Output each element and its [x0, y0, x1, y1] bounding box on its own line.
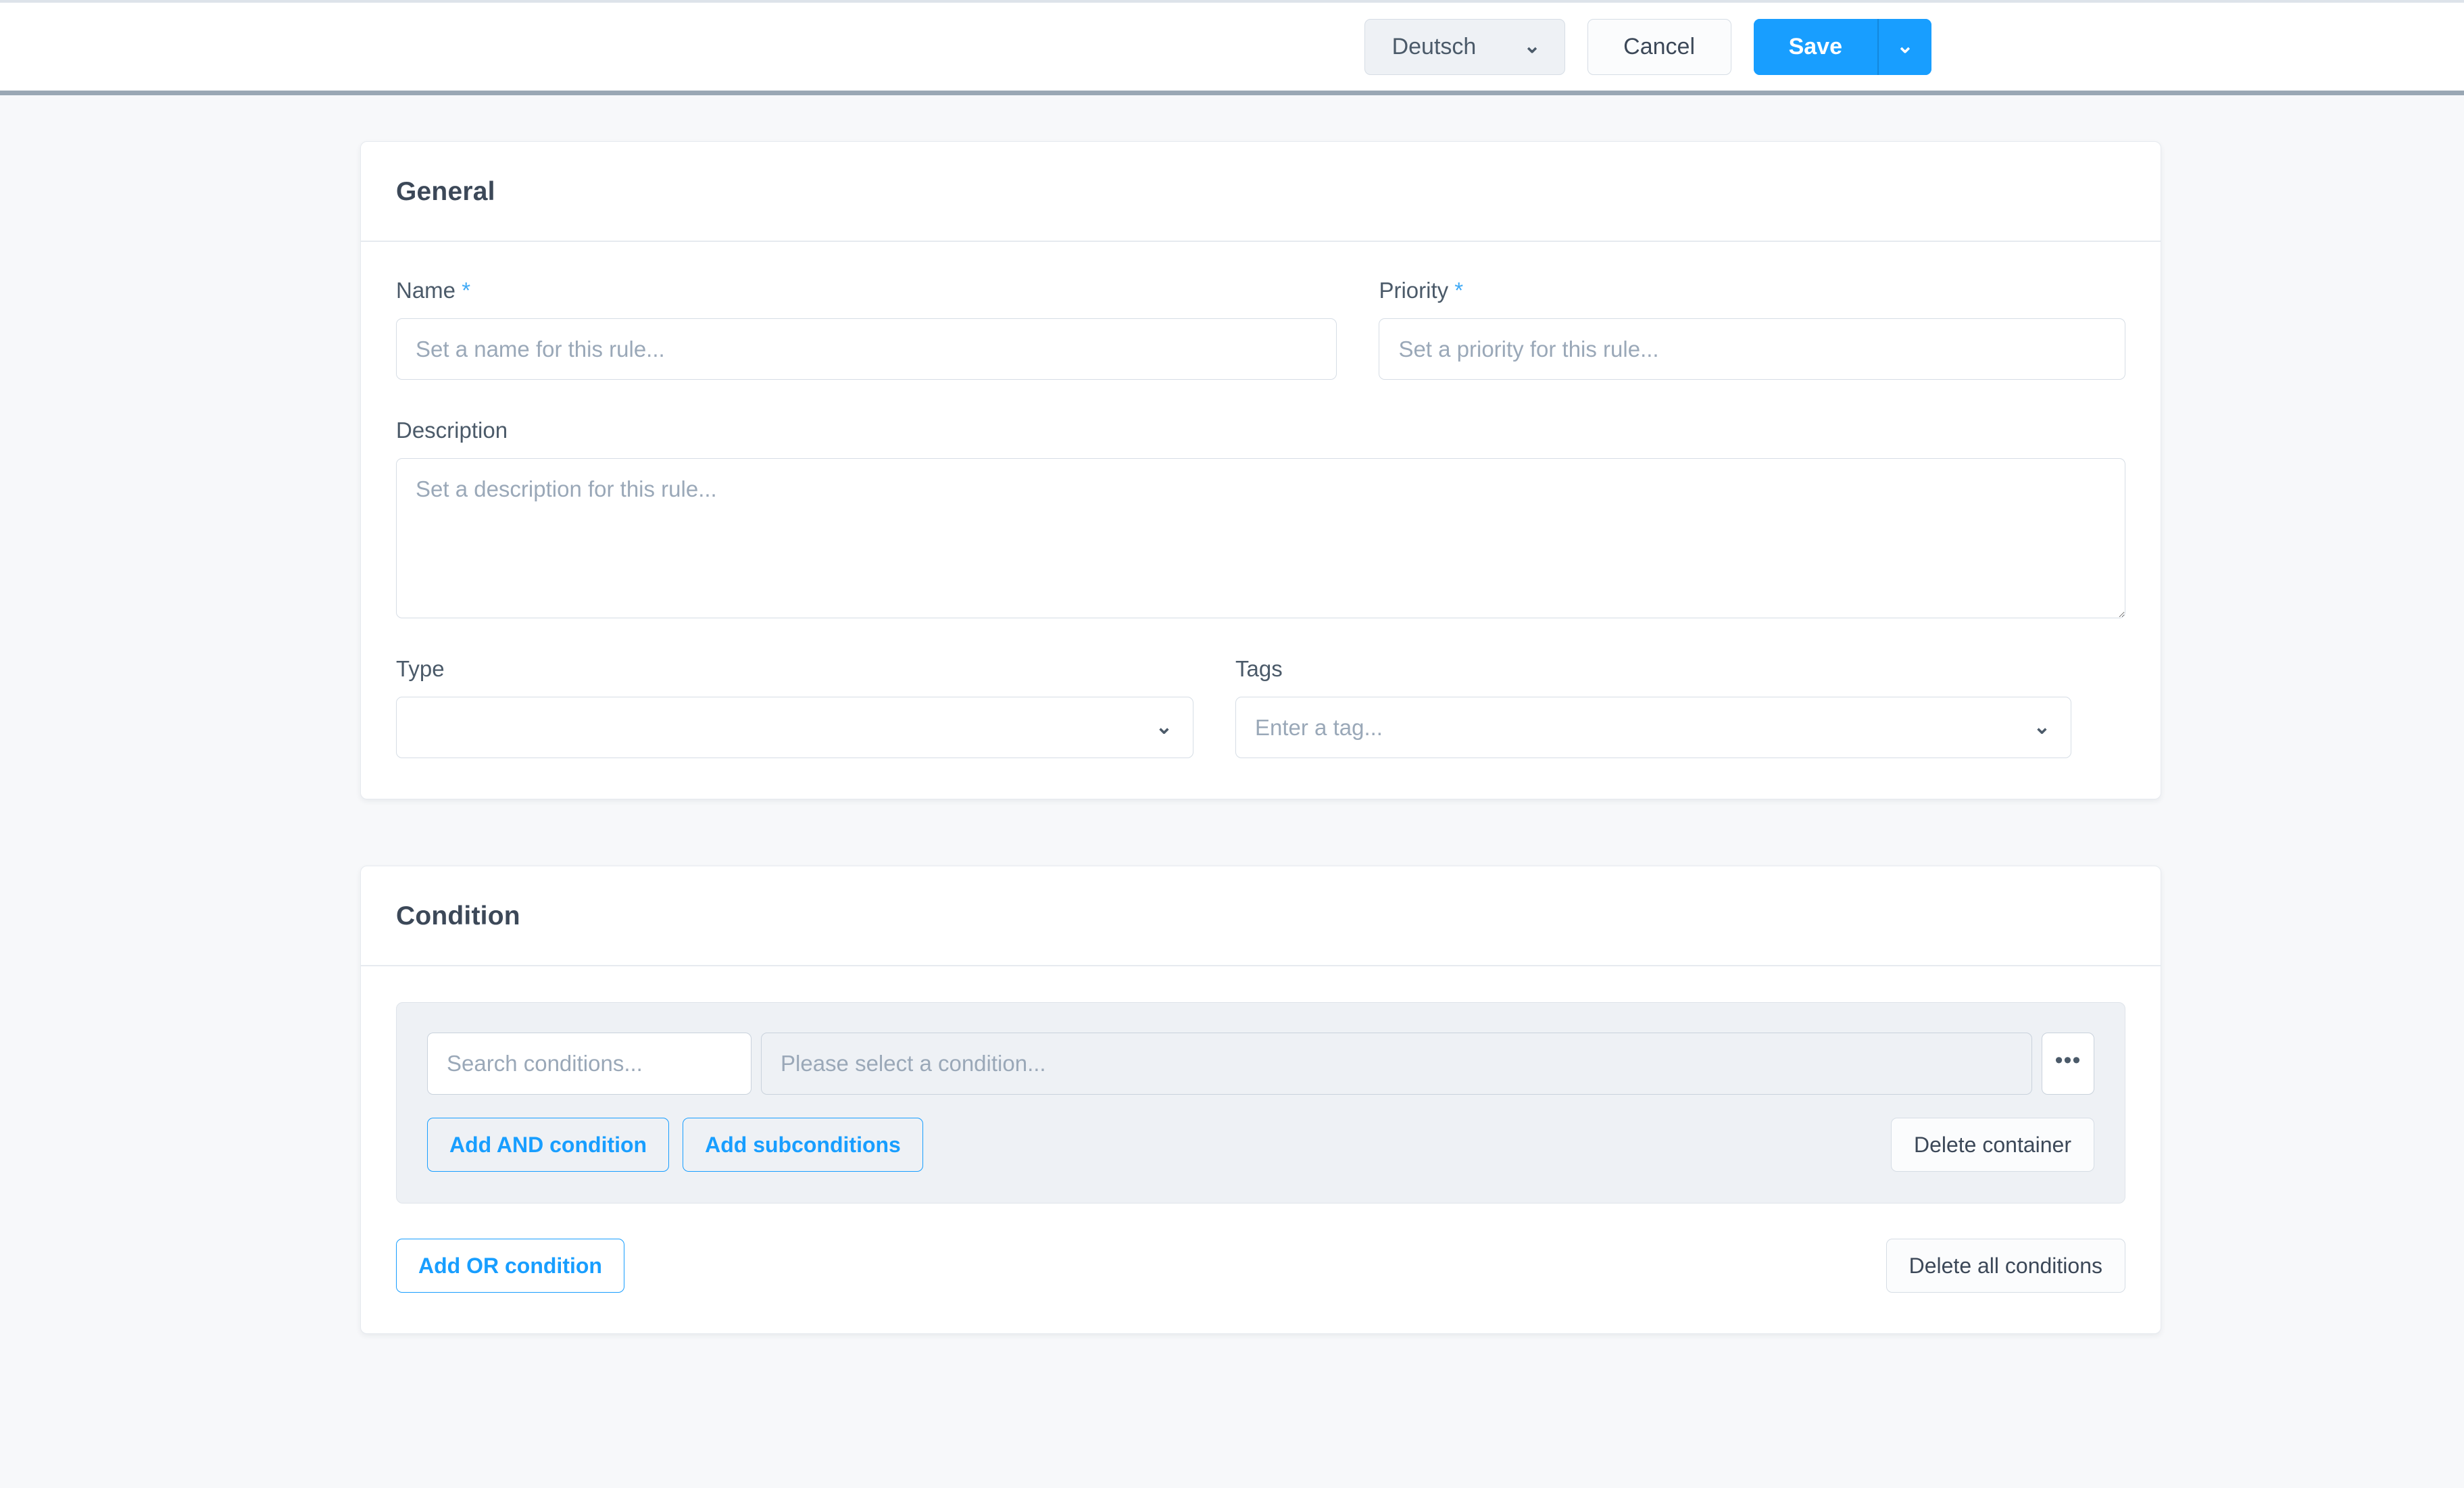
condition-card-body: Please select a condition... ••• Add AND… — [361, 966, 2161, 1333]
name-label: Name * — [396, 278, 1337, 303]
general-title: General — [396, 177, 495, 206]
description-field-group: Description — [396, 418, 2125, 618]
priority-input[interactable] — [1379, 318, 2125, 380]
save-dropdown-toggle[interactable]: ⌄ — [1879, 18, 1931, 75]
chevron-down-icon: ⌄ — [2033, 715, 2050, 738]
general-card-body: Name * Priority * — [361, 242, 2161, 799]
condition-search-input[interactable] — [427, 1033, 751, 1095]
page-content: General Name * Priority * — [0, 95, 2464, 1334]
save-button[interactable]: Save — [1753, 18, 1877, 75]
add-and-condition-button[interactable]: Add AND condition — [427, 1118, 670, 1172]
top-action-bar-buttons: Deutsch ⌄ Cancel Save ⌄ — [1364, 18, 1931, 75]
top-action-bar: Deutsch ⌄ Cancel Save ⌄ — [0, 0, 2464, 95]
priority-label-text: Priority — [1379, 278, 1449, 303]
name-field-group: Name * — [396, 278, 1337, 380]
save-split-button: Save ⌄ — [1753, 18, 1931, 75]
general-card-header: General — [361, 142, 2161, 242]
required-asterisk: * — [462, 278, 471, 303]
priority-field-group: Priority * — [1379, 278, 2125, 380]
condition-select[interactable]: Please select a condition... — [761, 1033, 2032, 1095]
required-asterisk: * — [1454, 278, 1464, 303]
type-tags-row: Type ⌄ Tags Enter a tag... ⌄ — [396, 656, 2125, 758]
tags-placeholder: Enter a tag... — [1255, 714, 1383, 740]
description-textarea[interactable] — [396, 458, 2125, 618]
condition-input-row: Please select a condition... ••• — [427, 1033, 2094, 1095]
cancel-button[interactable]: Cancel — [1587, 18, 1731, 75]
name-input[interactable] — [396, 318, 1337, 380]
language-select-value: Deutsch — [1391, 33, 1477, 59]
condition-card-header: Condition — [361, 866, 2161, 966]
tags-field-group: Tags Enter a tag... ⌄ — [1235, 656, 2071, 758]
condition-title: Condition — [396, 901, 520, 931]
condition-more-options-button[interactable]: ••• — [2042, 1033, 2094, 1095]
priority-label: Priority * — [1379, 278, 2125, 303]
language-select[interactable]: Deutsch ⌄ — [1364, 18, 1565, 75]
condition-container: Please select a condition... ••• Add AND… — [396, 1002, 2125, 1204]
condition-footer-actions: Add OR condition Delete all conditions — [396, 1239, 2125, 1293]
condition-container-actions: Add AND condition Add subconditions Dele… — [427, 1118, 2094, 1172]
content-wrapper: General Name * Priority * — [360, 141, 2161, 1334]
delete-container-button[interactable]: Delete container — [1890, 1118, 2094, 1172]
name-label-text: Name — [396, 278, 456, 303]
type-field-group: Type ⌄ — [396, 656, 1193, 758]
condition-add-buttons: Add AND condition Add subconditions — [427, 1118, 923, 1172]
description-label: Description — [396, 418, 508, 443]
condition-select-placeholder: Please select a condition... — [781, 1051, 1046, 1076]
type-select[interactable]: ⌄ — [396, 697, 1193, 758]
chevron-down-icon: ⌄ — [1155, 715, 1173, 738]
add-or-condition-button[interactable]: Add OR condition — [396, 1239, 624, 1293]
condition-card: Condition Please select a condition... •… — [360, 866, 2161, 1334]
tags-label: Tags — [1235, 656, 1283, 681]
name-priority-row: Name * Priority * — [396, 278, 2125, 380]
delete-all-conditions-button[interactable]: Delete all conditions — [1886, 1239, 2125, 1293]
general-card: General Name * Priority * — [360, 141, 2161, 799]
type-label: Type — [396, 656, 445, 681]
description-row: Description — [396, 418, 2125, 618]
chevron-down-icon: ⌄ — [1523, 35, 1541, 57]
tags-select[interactable]: Enter a tag... ⌄ — [1235, 697, 2071, 758]
add-subconditions-button[interactable]: Add subconditions — [683, 1118, 923, 1172]
